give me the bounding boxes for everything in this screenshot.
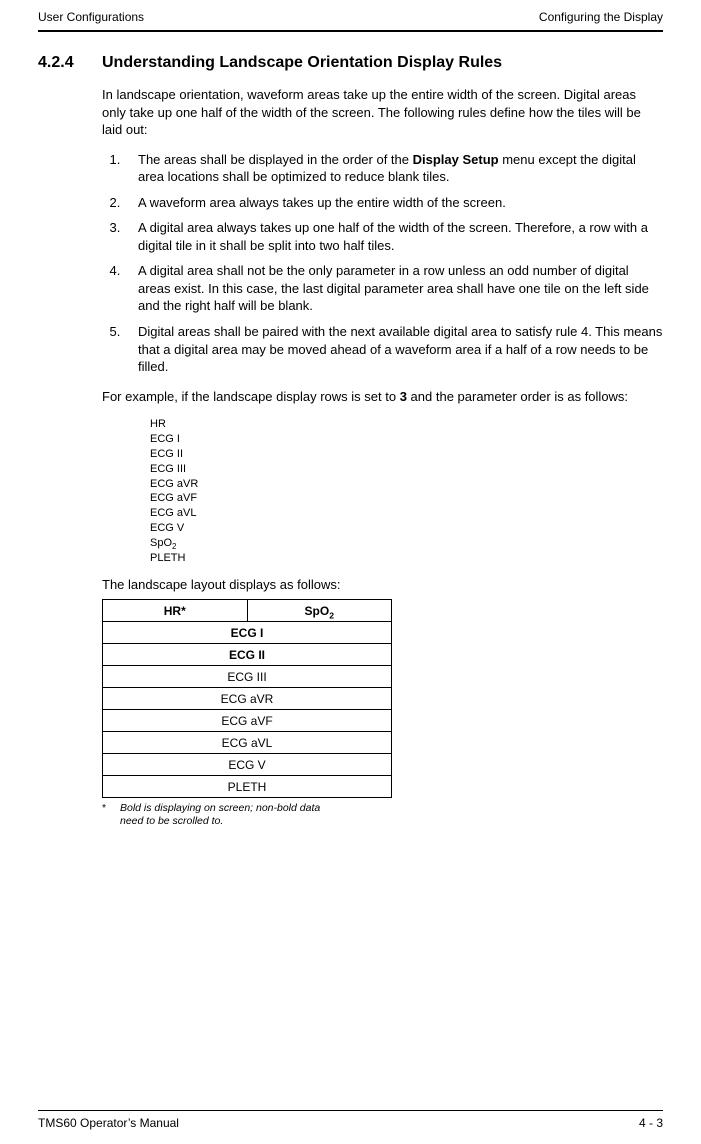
running-foot-left: TMS60 Operator’s Manual — [38, 1116, 179, 1130]
section-body: In landscape orientation, waveform areas… — [102, 86, 663, 828]
footnote-text: Bold is displaying on screen; non-bold d… — [120, 802, 320, 827]
rule-item: The areas shall be displayed in the orde… — [124, 151, 663, 186]
layout-row: ECG I — [103, 622, 392, 644]
param-item: ECG V — [150, 521, 663, 536]
running-head-right: Configuring the Display — [539, 10, 663, 24]
layout-row: ECG V — [103, 754, 392, 776]
param-item: ECG aVL — [150, 506, 663, 521]
rule-text: A digital area always takes up one half … — [138, 220, 648, 253]
section-title: Understanding Landscape Orientation Disp… — [102, 54, 502, 72]
rule-item: Digital areas shall be paired with the n… — [124, 323, 663, 376]
layout-table: HR* SpO2 ECG I ECG II ECG III ECG aVR EC… — [102, 599, 392, 798]
layout-cell-spo2: SpO2 — [247, 600, 392, 622]
rule-item: A digital area always takes up one half … — [124, 219, 663, 254]
rules-list: The areas shall be displayed in the orde… — [102, 151, 663, 376]
rule-text: A digital area shall not be the only par… — [138, 263, 649, 313]
param-item: SpO2 — [150, 536, 663, 551]
rule-item: A waveform area always takes up the enti… — [124, 194, 663, 212]
layout-cell-hr: HR* — [103, 600, 248, 622]
footer-rule — [38, 1110, 663, 1111]
param-item: PLETH — [150, 551, 663, 566]
header-rule — [38, 30, 663, 32]
section-heading: 4.2.4 Understanding Landscape Orientatio… — [38, 54, 663, 72]
layout-row: ECG aVL — [103, 732, 392, 754]
rule-item: A digital area shall not be the only par… — [124, 262, 663, 315]
rule-text-bold: Display Setup — [413, 152, 499, 167]
running-head: User Configurations Configuring the Disp… — [38, 10, 663, 30]
example-intro: For example, if the landscape display ro… — [102, 388, 663, 406]
rule-text: Digital areas shall be paired with the n… — [138, 324, 662, 374]
param-item: ECG aVR — [150, 477, 663, 492]
running-foot: TMS60 Operator’s Manual 4 - 3 — [38, 1116, 663, 1130]
param-item: HR — [150, 417, 663, 432]
layout-row: ECG aVR — [103, 688, 392, 710]
param-item: ECG I — [150, 432, 663, 447]
param-item: ECG II — [150, 447, 663, 462]
section-number: 4.2.4 — [38, 54, 102, 72]
param-item: ECG aVF — [150, 491, 663, 506]
running-head-left: User Configurations — [38, 10, 144, 24]
layout-row: ECG aVF — [103, 710, 392, 732]
layout-row: ECG III — [103, 666, 392, 688]
param-item: ECG III — [150, 462, 663, 477]
layout-row: PLETH — [103, 776, 392, 798]
example-intro-bold: 3 — [400, 389, 407, 404]
rule-text-pre: The areas shall be displayed in the orde… — [138, 152, 413, 167]
example-intro-pre: For example, if the landscape display ro… — [102, 389, 400, 404]
rule-text: A waveform area always takes up the enti… — [138, 195, 506, 210]
example-intro-post: and the parameter order is as follows: — [407, 389, 628, 404]
footnote-mark: * — [102, 802, 120, 815]
intro-paragraph: In landscape orientation, waveform areas… — [102, 86, 663, 139]
parameter-list: HR ECG I ECG II ECG III ECG aVR ECG aVF … — [150, 417, 663, 565]
layout-caption: The landscape layout displays as follows… — [102, 576, 663, 594]
running-foot-right: 4 - 3 — [639, 1116, 663, 1130]
layout-row: ECG II — [103, 644, 392, 666]
table-footnote: *Bold is displaying on screen; non-bold … — [120, 802, 340, 828]
